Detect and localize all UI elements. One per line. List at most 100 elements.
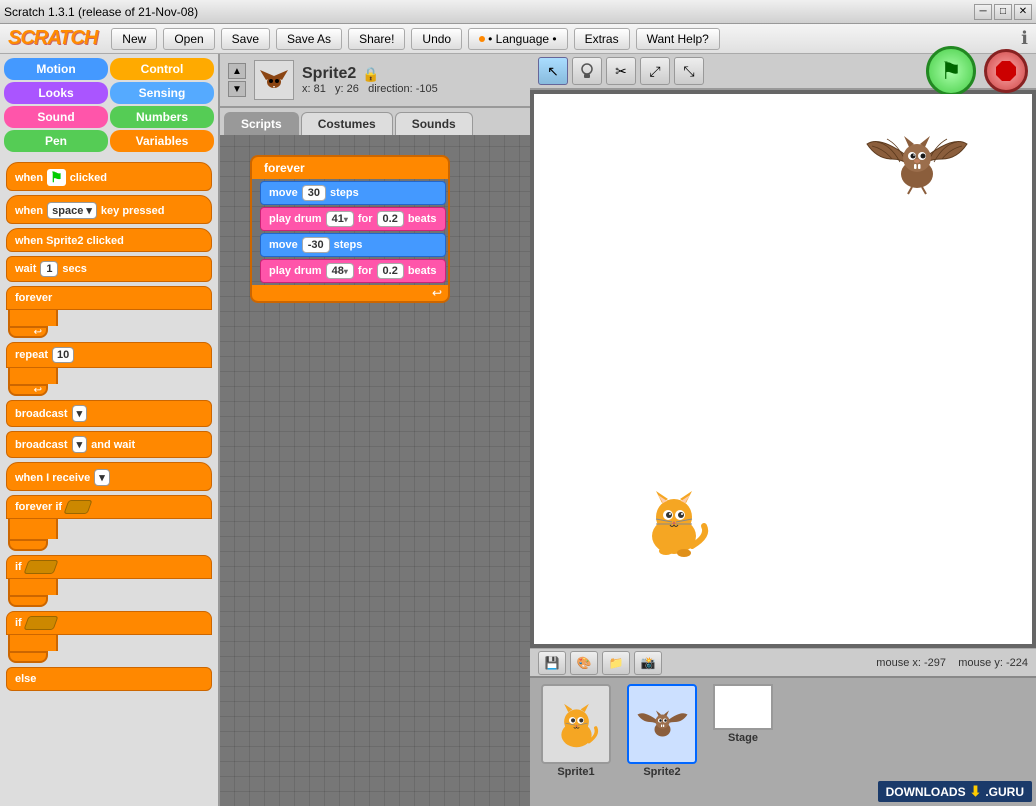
sprite2-image	[627, 684, 697, 764]
block-forever-if[interactable]: forever if	[6, 495, 212, 519]
cat-numbers[interactable]: Numbers	[110, 106, 214, 128]
cat-motion[interactable]: Motion	[4, 58, 108, 80]
drum1-beats[interactable]: 0.2	[377, 211, 404, 227]
minimize-button[interactable]: ─	[974, 4, 992, 20]
block-forever[interactable]: forever	[6, 286, 212, 310]
cat-looks[interactable]: Looks	[4, 82, 108, 104]
block-if2-group: if	[6, 611, 212, 663]
stage-save-btn[interactable]: 💾	[538, 651, 566, 675]
block-broadcast[interactable]: broadcast ▾	[6, 400, 212, 427]
stop-button[interactable]	[984, 49, 1028, 93]
maximize-button[interactable]: □	[994, 4, 1012, 20]
forever-label: forever	[264, 161, 305, 175]
move2-val[interactable]: -30	[302, 237, 330, 253]
cat-control[interactable]: Control	[110, 58, 214, 80]
tool-stamp[interactable]	[572, 57, 602, 85]
key-dropdown[interactable]: space ▾	[47, 202, 97, 219]
window-title: Scratch 1.3.1 (release of 21-Nov-08)	[4, 5, 198, 19]
tool-shrink[interactable]: ⤡	[674, 57, 704, 85]
repeat-val[interactable]: 10	[52, 347, 74, 363]
save-button[interactable]: Save	[221, 28, 270, 50]
broadcast-dropdown[interactable]: ▾	[72, 405, 88, 422]
right-panel: ↖ ✂ ⤢ ⤡ ⚑	[530, 54, 1036, 806]
window-buttons: ─ □ ✕	[974, 4, 1032, 20]
new-button[interactable]: New	[111, 28, 157, 50]
sprite-nav-down[interactable]: ▼	[228, 81, 246, 97]
tab-scripts[interactable]: Scripts	[224, 112, 299, 135]
wait-val[interactable]: 1	[40, 261, 58, 277]
cat-sensing[interactable]: Sensing	[110, 82, 214, 104]
sprite2-bat-icon	[635, 697, 690, 752]
language-label: • Language •	[488, 32, 556, 46]
bat-sprite	[862, 114, 972, 214]
go-button[interactable]: ⚑	[926, 46, 976, 96]
sprite1-label: Sprite1	[557, 766, 594, 778]
drum1-val[interactable]: 41 ▾	[326, 211, 354, 227]
stage-toolbar: ↖ ✂ ⤢ ⤡ ⚑	[530, 54, 1036, 90]
block-forever-group: forever ↩	[6, 286, 212, 338]
cat-variables[interactable]: Variables	[110, 130, 214, 152]
language-button[interactable]: • Language •	[468, 28, 567, 50]
sprite-thumb-sprite1[interactable]: Sprite1	[536, 684, 616, 800]
s-block-move2[interactable]: move -30 steps	[260, 233, 446, 257]
tool-select[interactable]: ↖	[538, 57, 568, 85]
block-when-key-pressed[interactable]: when space ▾ key pressed	[6, 195, 212, 224]
tab-sounds[interactable]: Sounds	[395, 112, 473, 135]
cat-sprite	[634, 481, 714, 561]
block-else[interactable]: else	[6, 667, 212, 691]
broadcast-wait-dropdown[interactable]: ▾	[72, 436, 88, 453]
help-button[interactable]: Want Help?	[636, 28, 720, 50]
close-button[interactable]: ✕	[1014, 4, 1032, 20]
s-block-drum1[interactable]: play drum 41 ▾ for 0.2 beats	[260, 207, 446, 231]
stage-controls-bar: 💾 🎨 📁 📸 mouse x: -297 mouse y: -224	[530, 648, 1036, 676]
block-repeat[interactable]: repeat 10	[6, 342, 212, 368]
s-forever-top[interactable]: forever	[250, 155, 450, 179]
sprite-thumb-sprite2[interactable]: Sprite2	[622, 684, 702, 800]
script-area[interactable]: forever move 30 steps play drum 41 ▾ for	[220, 135, 530, 806]
block-when-sprite-clicked[interactable]: when Sprite2 clicked	[6, 228, 212, 252]
receive-dropdown[interactable]: ▾	[94, 469, 110, 486]
titlebar: Scratch 1.3.1 (release of 21-Nov-08) ─ □…	[0, 0, 1036, 24]
cat-pen[interactable]: Pen	[4, 130, 108, 152]
cat-sound[interactable]: Sound	[4, 106, 108, 128]
block-when-receive[interactable]: when I receive ▾	[6, 462, 212, 491]
tool-scissors[interactable]: ✂	[606, 57, 636, 85]
forever-if-end	[8, 539, 48, 551]
s-block-move1[interactable]: move 30 steps	[260, 181, 446, 205]
sprite-nav-up[interactable]: ▲	[228, 63, 246, 79]
save-as-button[interactable]: Save As	[276, 28, 342, 50]
block-broadcast-wait[interactable]: broadcast ▾ and wait	[6, 431, 212, 458]
move1-val[interactable]: 30	[302, 185, 326, 201]
block-when-flag-clicked[interactable]: when ⚑ clicked	[6, 162, 212, 191]
stage-paint-btn[interactable]: 🎨	[570, 651, 598, 675]
stage-folder-btn[interactable]: 📁	[602, 651, 630, 675]
sprite-name-area: Sprite2 🔒	[302, 65, 438, 83]
drum2-label: play drum	[269, 265, 322, 277]
stage-camera-btn[interactable]: 📸	[634, 651, 662, 675]
mouse-x-label: mouse x:	[876, 657, 921, 669]
tool-group-left: ↖ ✂ ⤢ ⤡	[538, 57, 704, 85]
sprite-nav: ▲ ▼	[228, 63, 246, 97]
tool-grow[interactable]: ⤢	[640, 57, 670, 85]
sprite1-image	[541, 684, 611, 764]
block-if2[interactable]: if	[6, 611, 212, 635]
stage-thumb[interactable]: Stage	[708, 684, 778, 800]
move1-suffix: steps	[330, 187, 359, 199]
tab-costumes[interactable]: Costumes	[301, 112, 393, 135]
open-button[interactable]: Open	[163, 28, 214, 50]
mouse-x-val: -297	[924, 657, 946, 669]
sprite-info-bar: ▲ ▼ Sprite2 🔒	[220, 54, 530, 108]
drum2-beats[interactable]: 0.2	[377, 263, 404, 279]
block-if[interactable]: if	[6, 555, 212, 579]
s-block-drum2[interactable]: play drum 48 ▾ for 0.2 beats	[260, 259, 446, 283]
stop-shape-icon	[996, 61, 1016, 81]
if2-end	[8, 651, 48, 663]
undo-button[interactable]: Undo	[411, 28, 462, 50]
share-button[interactable]: Share!	[348, 28, 405, 50]
lock-icon: 🔒	[362, 66, 379, 83]
forever-end: ↩	[8, 326, 48, 338]
block-wait[interactable]: wait 1 secs	[6, 256, 212, 282]
stage-area[interactable]	[534, 94, 1032, 644]
drum2-val[interactable]: 48 ▾	[326, 263, 354, 279]
extras-button[interactable]: Extras	[574, 28, 630, 50]
